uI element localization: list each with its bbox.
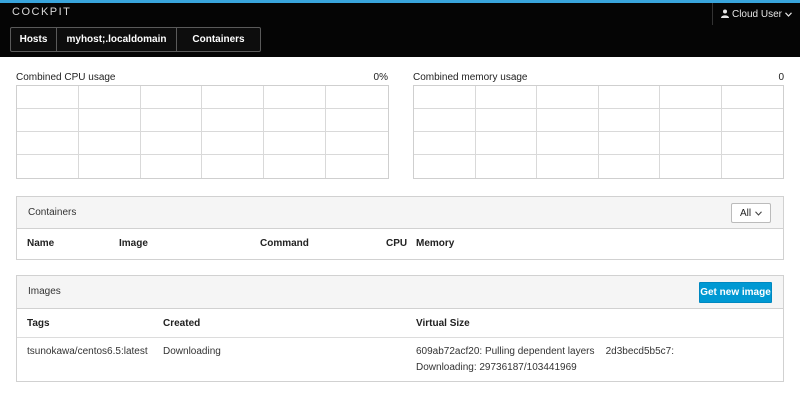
breadcrumb-host[interactable]: myhost;.localdomain: [56, 27, 177, 52]
graph-grid-cell: [264, 109, 327, 132]
memory-usage-value: 0: [778, 72, 784, 83]
images-col-tags[interactable]: Tags: [27, 318, 50, 329]
graph-grid-cell: [722, 155, 784, 178]
graph-grid-cell: [17, 86, 79, 109]
user-name: Cloud User: [731, 8, 783, 20]
image-created: Downloading: [163, 346, 221, 357]
graph-grid-cell: [475, 109, 537, 132]
graph-grid-cell: [414, 86, 476, 109]
containers-panel: Containers All: [16, 196, 784, 260]
graph-grid-cell: [202, 155, 265, 178]
graph-grid-cell: [326, 155, 388, 178]
graph-grid-cell: [140, 86, 203, 109]
get-new-image-button[interactable]: Get new image: [699, 282, 772, 303]
chevron-down-icon: [785, 10, 792, 19]
user-icon: [720, 9, 729, 20]
graph-grid-cell: [475, 132, 537, 155]
graph-grid-cell: [78, 86, 141, 109]
graph-grid-cell: [475, 86, 537, 109]
images-header-divider: [17, 337, 783, 338]
graph-grid-cell: [78, 109, 141, 132]
graph-grid-cell: [79, 155, 141, 178]
containers-col-command[interactable]: Command: [260, 238, 309, 249]
graph-grid-cell: [660, 109, 722, 132]
chevron-down-icon: [755, 209, 762, 218]
image-size-line1: 609ab72acf20: Pulling dependent layers 2…: [416, 346, 674, 357]
containers-col-image[interactable]: Image: [119, 238, 148, 249]
graph-grid-cell: [721, 132, 783, 155]
breadcrumb: Hosts myhost;.localdomain Containers: [10, 27, 261, 52]
containers-panel-header: Containers All: [17, 197, 783, 229]
graph-grid-cell: [660, 86, 722, 109]
containers-col-name[interactable]: Name: [27, 238, 54, 249]
graph-grid-cell: [414, 132, 476, 155]
image-tag: tsunokawa/centos6.5:latest: [27, 346, 148, 357]
graph-grid-cell: [17, 155, 79, 178]
graph-grid-cell: [721, 86, 783, 109]
graph-grid-cell: [141, 155, 203, 178]
containers-filter-dropdown[interactable]: All: [731, 203, 771, 223]
image-size-line2: Downloading: 29736187/103441969: [416, 362, 577, 373]
cpu-usage-value: 0%: [373, 72, 388, 83]
graph-grid-cell: [326, 86, 388, 109]
brand-logo: COCKPIT: [12, 6, 72, 18]
graph-grid-cell: [264, 86, 327, 109]
cpu-usage-graph: [16, 85, 389, 179]
memory-usage-graph: [413, 85, 784, 179]
graph-grid-cell: [537, 86, 599, 109]
containers-col-cpu[interactable]: CPU: [386, 238, 407, 249]
images-col-size[interactable]: Virtual Size: [416, 318, 470, 329]
images-panel-header: Images Get new image: [17, 276, 783, 309]
graph-grid-cell: [202, 109, 265, 132]
graph-grid-cell: [140, 132, 203, 155]
graph-grid-cell: [537, 155, 599, 178]
graph-grid-cell: [414, 109, 476, 132]
graph-grid-cell: [598, 132, 660, 155]
graph-grid-cell: [264, 132, 327, 155]
graph-grid-cell: [598, 86, 660, 109]
images-title: Images: [28, 286, 61, 297]
graph-grid-cell: [660, 155, 722, 178]
containers-title: Containers: [28, 207, 77, 218]
graph-grid-cell: [202, 86, 265, 109]
images-col-created[interactable]: Created: [163, 318, 200, 329]
graph-grid-cell: [598, 109, 660, 132]
graph-grid-cell: [537, 132, 599, 155]
graph-grid-cell: [326, 132, 388, 155]
graph-grid-cell: [202, 132, 265, 155]
memory-usage-label: Combined memory usage: [413, 72, 528, 83]
breadcrumb-hosts[interactable]: Hosts: [10, 27, 57, 52]
graph-grid-cell: [414, 155, 476, 178]
containers-col-memory[interactable]: Memory: [416, 238, 454, 249]
breadcrumb-containers[interactable]: Containers: [176, 27, 261, 52]
graph-grid-cell: [264, 155, 327, 178]
graph-grid-cell: [537, 109, 599, 132]
graph-grid-cell: [17, 132, 79, 155]
filter-selected: All: [739, 207, 752, 219]
masthead: COCKPIT Cloud User Hosts myhost;.localdo…: [0, 3, 800, 57]
graph-grid-cell: [140, 109, 203, 132]
graph-grid-cell: [78, 132, 141, 155]
graph-grid-cell: [326, 109, 388, 132]
cpu-usage-label: Combined CPU usage: [16, 72, 116, 83]
user-menu[interactable]: Cloud User: [712, 3, 800, 25]
graph-grid-cell: [17, 109, 79, 132]
graph-grid-cell: [660, 132, 722, 155]
images-panel: Images Get new image: [16, 275, 784, 382]
graph-grid-cell: [599, 155, 660, 178]
graph-grid-cell: [476, 155, 537, 178]
graph-grid-cell: [721, 109, 783, 132]
